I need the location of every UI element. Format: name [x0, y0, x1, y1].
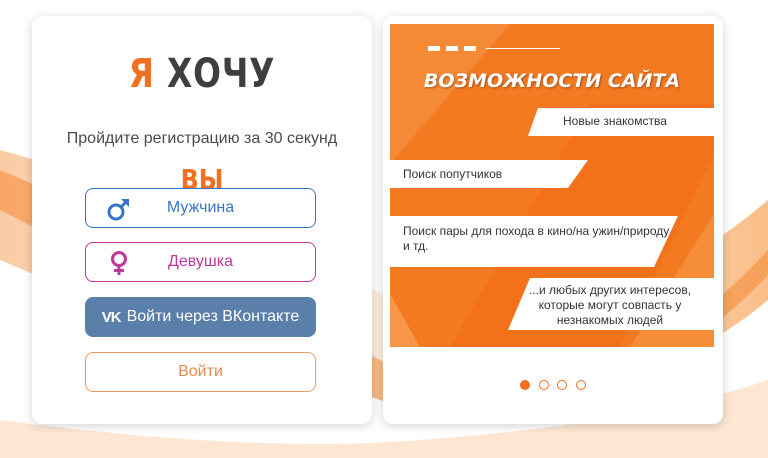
title-dash: [464, 46, 476, 51]
male-button-label: Мужчина: [166, 199, 235, 216]
logo-want: ХОЧУ: [167, 51, 276, 97]
site-logo[interactable]: Я ХОЧУ: [63, 52, 342, 96]
carousel-dots: [383, 377, 723, 395]
registration-card: Я ХОЧУ Пройдите регистрацию за 30 секунд…: [32, 16, 372, 424]
login-button[interactable]: Войти: [85, 352, 316, 392]
carousel-dot[interactable]: [557, 380, 568, 390]
male-button[interactable]: Мужчина: [85, 188, 316, 228]
feature-item: Поиск попутчиков: [403, 167, 503, 181]
feature-item: ...и любых других интересов, которые мог…: [528, 283, 692, 327]
title-line: [486, 48, 560, 49]
registration-subtitle: Пройдите регистрацию за 30 секунд: [66, 130, 338, 147]
vk-button-label: Войти через ВКонтакте: [126, 308, 300, 325]
logo-ya: Я: [128, 51, 155, 97]
feature-item: Поиск пары для похода в кино/на ужин/при…: [403, 224, 670, 253]
title-dash: [446, 46, 458, 51]
female-button-label: Девушка: [168, 253, 233, 270]
features-title: ВОЗМОЖНОСТИ САЙТА: [423, 70, 681, 92]
vk-logo-icon: VK: [101, 308, 122, 326]
carousel-dot[interactable]: [575, 380, 586, 390]
features-card: ВОЗМОЖНОСТИ САЙТА Новые знакомства Поиск…: [383, 16, 723, 424]
feature-item: Новые знакомства: [563, 114, 667, 128]
carousel-dot[interactable]: [538, 380, 549, 390]
female-symbol-icon: [111, 251, 127, 275]
carousel-dot[interactable]: [520, 380, 531, 390]
male-symbol-icon: [107, 198, 130, 221]
login-button-label: Войти: [178, 363, 223, 380]
vk-login-button[interactable]: VK Войти через ВКонтакте: [85, 297, 316, 337]
features-banner: ВОЗМОЖНОСТИ САЙТА Новые знакомства Поиск…: [390, 24, 714, 347]
title-dash: [428, 46, 440, 51]
female-button[interactable]: Девушка: [85, 242, 316, 282]
